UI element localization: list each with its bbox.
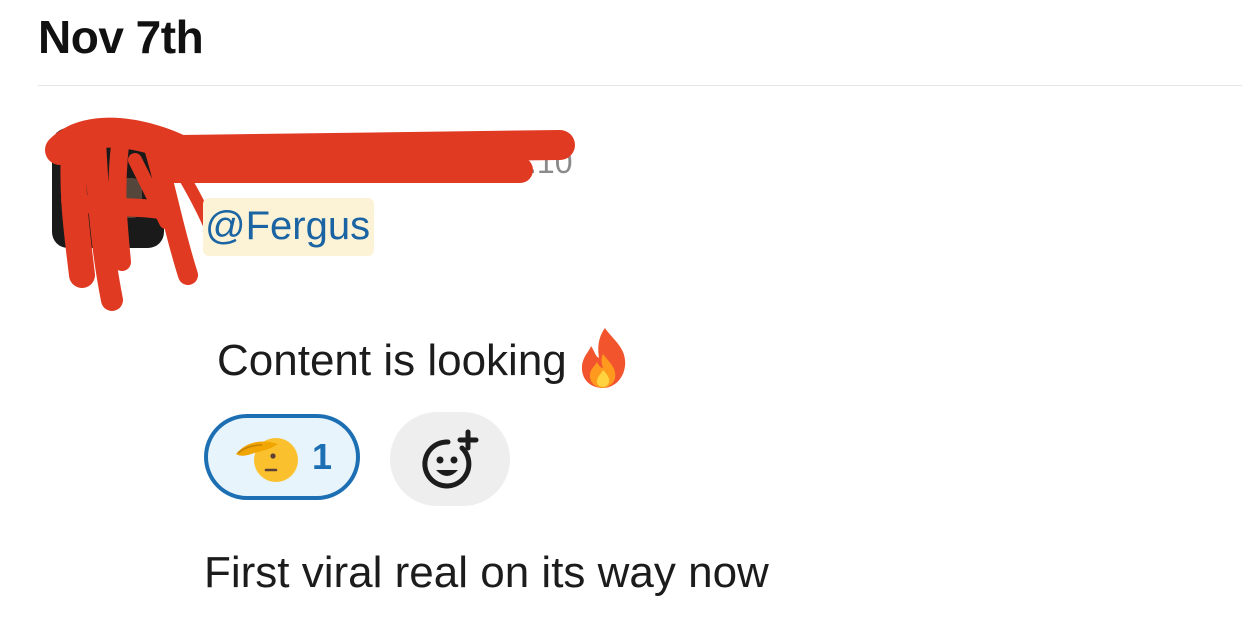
message-text: Content is looking bbox=[217, 326, 631, 401]
redaction-scribble bbox=[45, 117, 575, 311]
message-text-line-1: Content is looking bbox=[217, 336, 567, 386]
saluting-face-icon bbox=[232, 432, 298, 489]
add-reaction-button[interactable] bbox=[390, 412, 510, 506]
reaction-count: 1 bbox=[312, 436, 333, 477]
reaction-pill[interactable]: 1 bbox=[204, 414, 360, 500]
add-reaction-icon bbox=[422, 429, 479, 489]
user-mention[interactable]: @Fergus bbox=[203, 198, 375, 256]
message-text-line-2: First viral real on its way now bbox=[204, 548, 769, 597]
fire-icon bbox=[577, 326, 631, 401]
